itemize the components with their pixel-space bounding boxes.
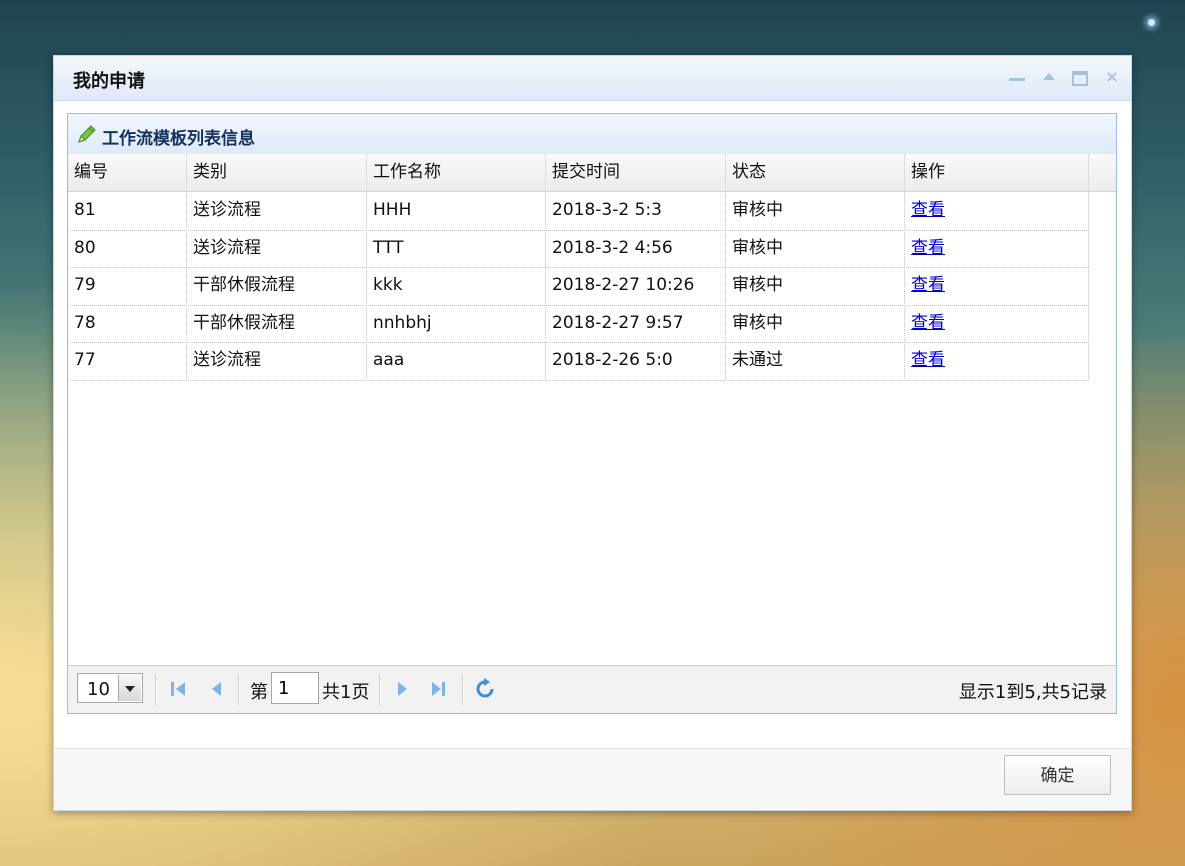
view-link[interactable]: 查看 [911,200,945,220]
last-page-icon[interactable] [430,680,448,698]
view-link[interactable]: 查看 [911,350,945,370]
pencil-icon [78,125,96,143]
chevron-down-icon[interactable] [118,675,141,701]
column-header-submit-time[interactable]: 提交时间 [546,154,726,191]
pager-separator [379,674,381,706]
pagination-bar: 10 第 共1页 显示1到5,共5记录 [68,665,1116,713]
grid-header: 编号 类别 工作名称 提交时间 状态 操作 [68,154,1116,192]
table-row[interactable]: 81 送诊流程 HHH 2018-3-2 5:3 审核中 查看 [68,192,1089,231]
cell-id: 77 [68,342,187,379]
record-info: 显示1到5,共5记录 [958,682,1107,703]
table-row[interactable]: 79 干部休假流程 kkk 2018-2-27 10:26 审核中 查看 [68,267,1089,306]
cell-status: 审核中 [726,229,905,267]
panel-header: 工作流模板列表信息 [68,114,1116,155]
cell-submit-time: 2018-2-26 5:0 [546,342,726,379]
pager-separator [462,674,464,706]
cell-name: TTT [367,229,546,267]
workflow-grid: 编号 类别 工作名称 提交时间 状态 操作 81 送诊流程 HHH 2018-3… [68,154,1116,666]
collapse-icon[interactable] [1039,68,1059,86]
cell-action: 查看 [905,304,1089,342]
view-link[interactable]: 查看 [911,275,945,295]
page-prefix-label: 第 [250,682,268,703]
cell-action: 查看 [905,267,1089,304]
cell-name: HHH [367,192,546,229]
close-icon[interactable]: × [1102,68,1122,86]
dialog-title: 我的申请 [73,71,145,92]
cell-submit-time: 2018-2-27 10:26 [546,267,726,304]
cell-name: nnhbhj [367,304,546,342]
page-size-value: 10 [87,679,110,700]
cell-action: 查看 [905,192,1089,229]
cell-id: 80 [68,229,187,267]
table-row[interactable]: 78 干部休假流程 nnhbhj 2018-2-27 9:57 审核中 查看 [68,304,1089,343]
cell-category: 送诊流程 [187,229,367,267]
page-size-select[interactable]: 10 [77,673,143,703]
cell-category: 送诊流程 [187,342,367,379]
column-header-action[interactable]: 操作 [905,154,1089,191]
refresh-icon[interactable] [474,678,496,700]
cell-submit-time: 2018-3-2 5:3 [546,192,726,229]
pager-separator [238,674,240,706]
view-link[interactable]: 查看 [911,313,945,333]
cell-status: 未通过 [726,342,905,379]
cell-id: 81 [68,192,187,229]
cell-status: 审核中 [726,304,905,342]
prev-page-icon[interactable] [207,680,225,698]
first-page-icon[interactable] [169,680,187,698]
column-header-name[interactable]: 工作名称 [367,154,546,191]
table-row[interactable]: 77 送诊流程 aaa 2018-2-26 5:0 未通过 查看 [68,342,1089,381]
panel-title: 工作流模板列表信息 [102,129,255,149]
cell-submit-time: 2018-3-2 4:56 [546,229,726,267]
pager-separator [155,674,157,706]
table-row[interactable]: 80 送诊流程 TTT 2018-3-2 4:56 审核中 查看 [68,229,1089,268]
cell-submit-time: 2018-2-27 9:57 [546,304,726,342]
cell-action: 查看 [905,229,1089,267]
cell-status: 审核中 [726,192,905,229]
cell-status: 审核中 [726,267,905,304]
view-link[interactable]: 查看 [911,238,945,258]
cell-name: aaa [367,342,546,379]
confirm-button[interactable]: 确定 [1004,755,1111,795]
page-total-label: 共1页 [322,682,370,703]
dialog-titlebar[interactable]: 我的申请 × [54,56,1131,101]
workflow-list-panel: 工作流模板列表信息 编号 类别 工作名称 提交时间 状态 操作 81 送诊流程 … [67,113,1117,714]
cell-category: 干部休假流程 [187,267,367,304]
cell-name: kkk [367,267,546,304]
cell-category: 送诊流程 [187,192,367,229]
cell-id: 78 [68,304,187,342]
my-applications-dialog: 我的申请 × 工作流模板列表信息 编号 类别 工作名称 提交时间 状态 操作 8… [53,55,1132,811]
dialog-footer: 确定 [54,748,1131,810]
background-star [1148,19,1155,26]
cell-action: 查看 [905,342,1089,379]
cell-category: 干部休假流程 [187,304,367,342]
next-page-icon[interactable] [393,680,411,698]
page-number-input[interactable] [271,672,319,704]
cell-id: 79 [68,267,187,304]
minimize-icon[interactable] [1007,68,1027,86]
column-header-id[interactable]: 编号 [68,154,187,191]
column-header-category[interactable]: 类别 [187,154,367,191]
column-header-status[interactable]: 状态 [726,154,905,191]
maximize-icon[interactable] [1070,68,1090,86]
